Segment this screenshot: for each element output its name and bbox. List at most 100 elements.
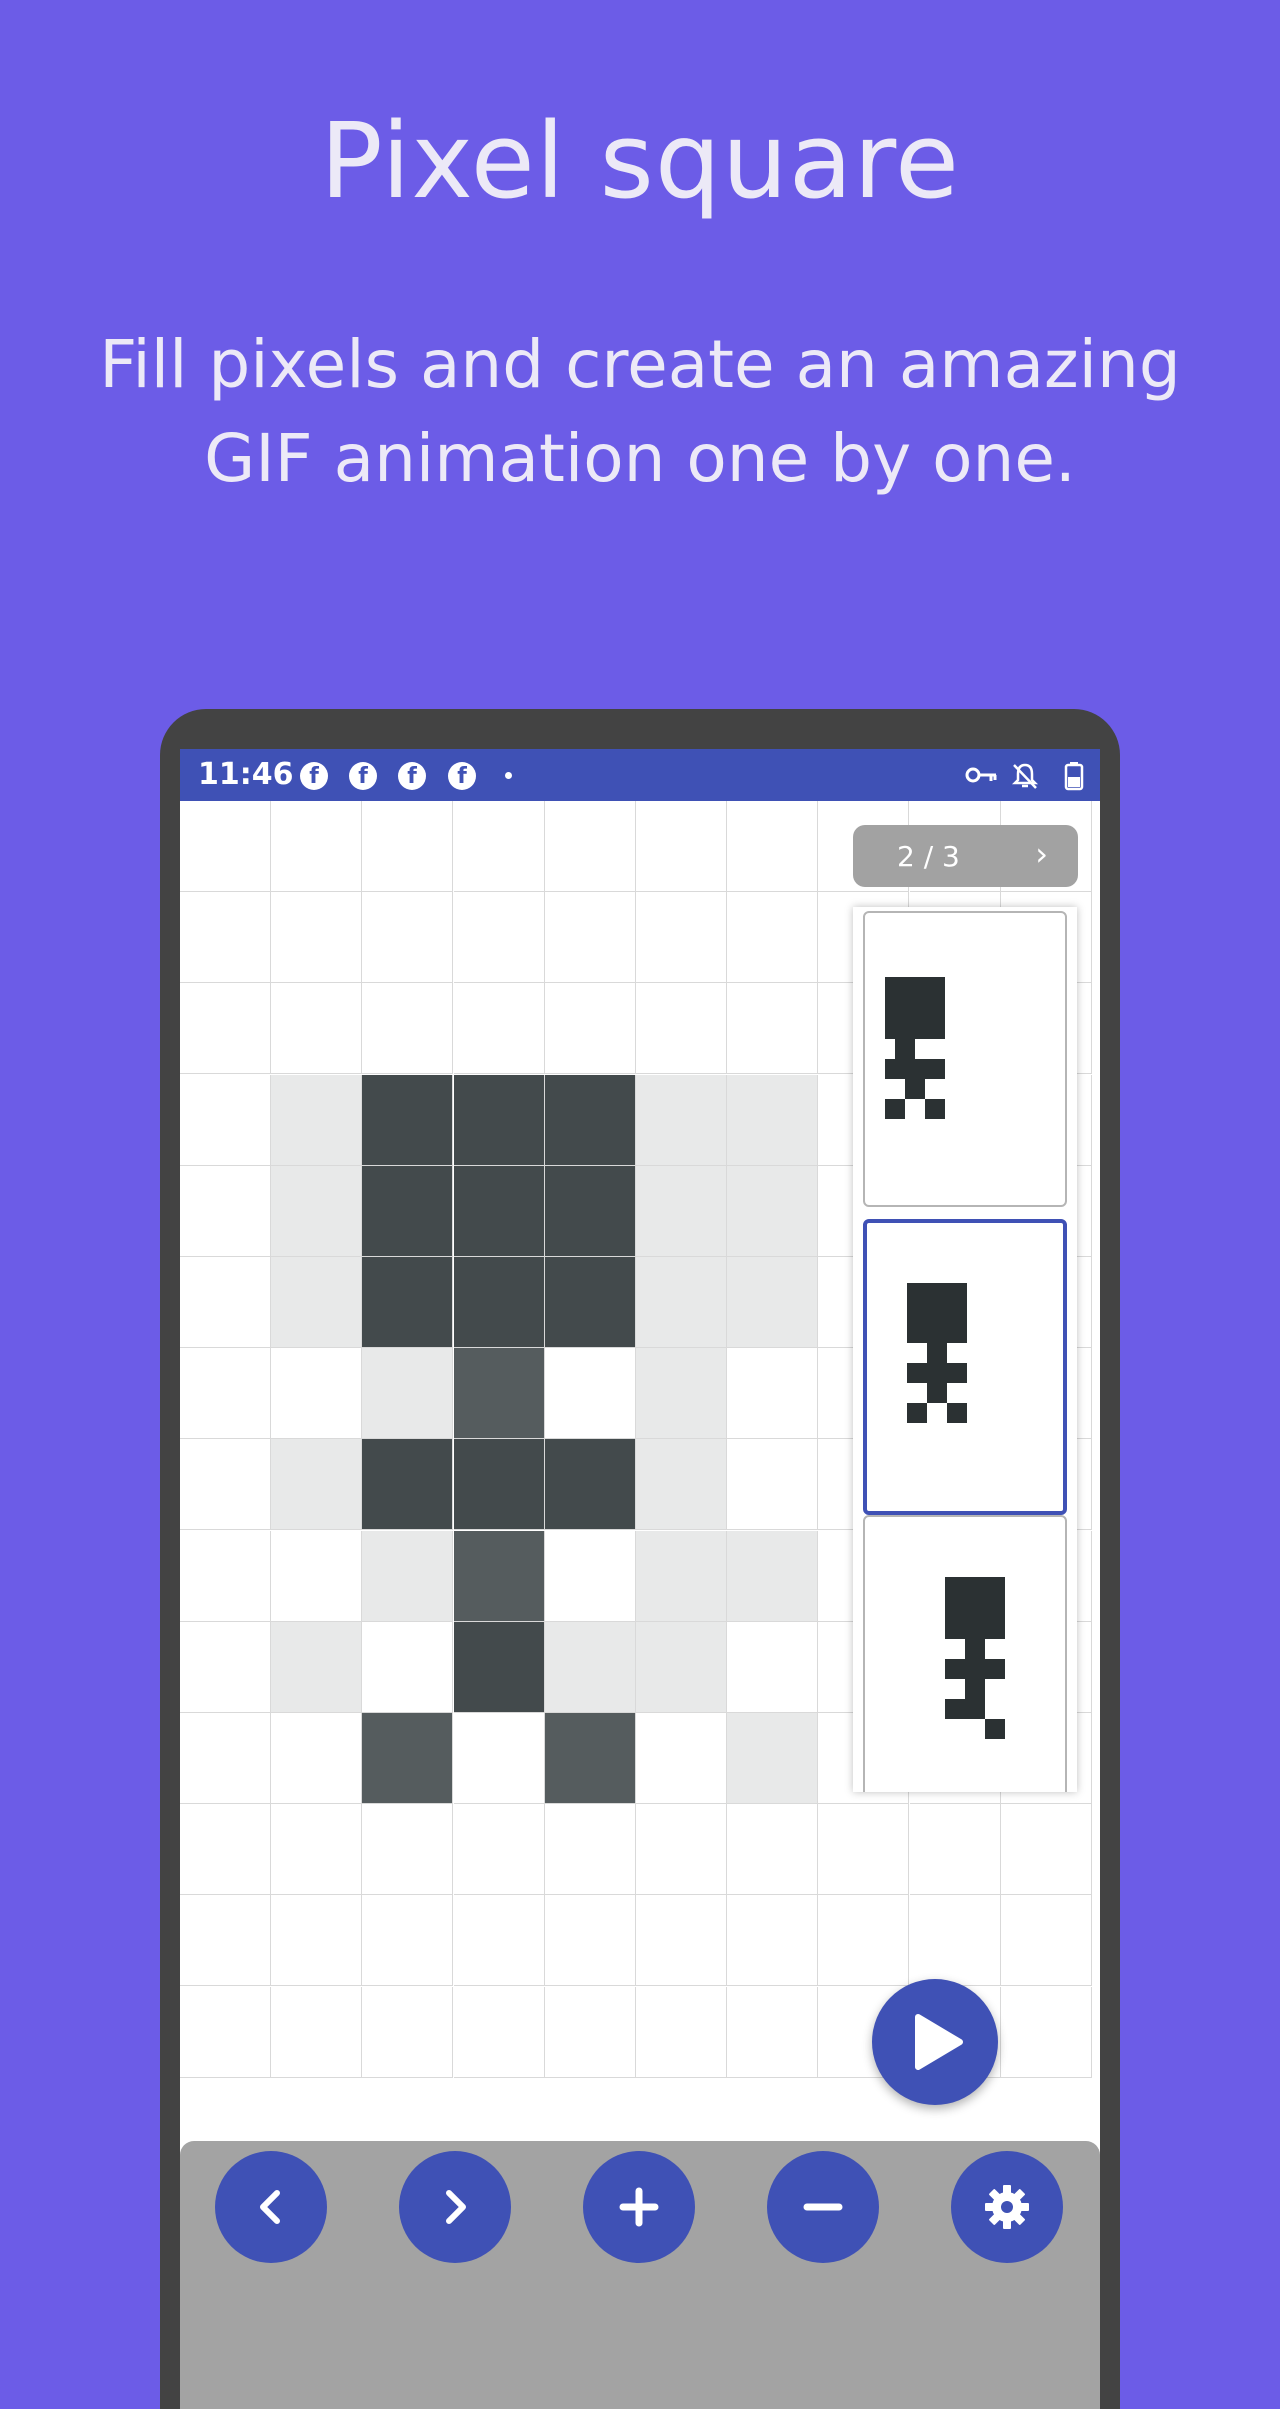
next-frame-button[interactable] xyxy=(399,2151,511,2263)
pixel-cell[interactable] xyxy=(271,1165,363,1257)
pixel-cell[interactable] xyxy=(271,983,363,1075)
pixel-cell[interactable] xyxy=(271,1713,363,1804)
frame-navigator[interactable]: 2 / 3 › xyxy=(853,825,1078,887)
pixel-cell[interactable] xyxy=(636,983,727,1075)
pixel-cell[interactable] xyxy=(180,892,271,984)
pixel-cell[interactable] xyxy=(636,1895,727,1987)
pixel-cell[interactable] xyxy=(180,1074,271,1166)
pixel-cell[interactable] xyxy=(636,1439,727,1531)
pixel-cell[interactable] xyxy=(453,1165,545,1257)
pixel-cell[interactable] xyxy=(818,1895,910,1987)
pixel-cell[interactable] xyxy=(362,1439,454,1531)
pixel-cell[interactable] xyxy=(544,1074,636,1166)
pixel-cell[interactable] xyxy=(636,1986,727,2078)
pixel-cell[interactable] xyxy=(271,1986,363,2078)
pixel-cell[interactable] xyxy=(362,1895,454,1987)
pixel-cell[interactable] xyxy=(1000,1804,1092,1896)
pixel-cell[interactable] xyxy=(362,1986,454,2078)
pixel-cell[interactable] xyxy=(271,1804,363,1896)
pixel-cell[interactable] xyxy=(727,983,819,1075)
pixel-cell[interactable] xyxy=(544,1439,636,1531)
pixel-cell[interactable] xyxy=(453,892,545,984)
pixel-cell[interactable] xyxy=(636,801,727,892)
pixel-cell[interactable] xyxy=(544,1530,636,1622)
pixel-cell[interactable] xyxy=(271,1621,363,1713)
pixel-cell[interactable] xyxy=(180,1439,271,1531)
pixel-cell[interactable] xyxy=(636,1530,727,1622)
pixel-cell[interactable] xyxy=(636,1348,727,1440)
pixel-cell[interactable] xyxy=(271,1257,363,1348)
frame-thumbnail-1[interactable] xyxy=(863,911,1067,1207)
frame-thumbnail-2[interactable] xyxy=(863,1219,1067,1515)
pixel-cell[interactable] xyxy=(544,983,636,1075)
pixel-cell[interactable] xyxy=(180,1165,271,1257)
pixel-cell[interactable] xyxy=(180,801,271,892)
pixel-cell[interactable] xyxy=(636,1621,727,1713)
pixel-cell[interactable] xyxy=(362,983,454,1075)
pixel-cell[interactable] xyxy=(636,1165,727,1257)
pixel-cell[interactable] xyxy=(180,983,271,1075)
pixel-cell[interactable] xyxy=(453,801,545,892)
pixel-cell[interactable] xyxy=(271,801,363,892)
pixel-cell[interactable] xyxy=(271,1439,363,1531)
pixel-cell[interactable] xyxy=(727,1986,819,2078)
add-frame-button[interactable] xyxy=(583,2151,695,2263)
pixel-cell[interactable] xyxy=(544,1257,636,1348)
pixel-cell[interactable] xyxy=(544,1348,636,1440)
pixel-cell[interactable] xyxy=(362,1621,454,1713)
pixel-cell[interactable] xyxy=(180,1986,271,2078)
pixel-cell[interactable] xyxy=(362,892,454,984)
pixel-cell[interactable] xyxy=(727,1895,819,1987)
pixel-cell[interactable] xyxy=(636,1713,727,1804)
pixel-cell[interactable] xyxy=(727,1165,819,1257)
pixel-cell[interactable] xyxy=(362,1530,454,1622)
play-animation-button[interactable] xyxy=(872,1979,998,2105)
pixel-cell[interactable] xyxy=(727,1439,819,1531)
pixel-cell[interactable] xyxy=(362,801,454,892)
pixel-cell[interactable] xyxy=(271,1895,363,1987)
pixel-cell[interactable] xyxy=(544,1986,636,2078)
pixel-cell[interactable] xyxy=(544,1621,636,1713)
pixel-cell[interactable] xyxy=(727,1348,819,1440)
pixel-cell[interactable] xyxy=(636,1257,727,1348)
pixel-cell[interactable] xyxy=(1000,1895,1092,1987)
pixel-cell[interactable] xyxy=(180,1895,271,1987)
pixel-cell[interactable] xyxy=(727,1530,819,1622)
settings-button[interactable] xyxy=(951,2151,1063,2263)
pixel-cell[interactable] xyxy=(180,1530,271,1622)
pixel-cell[interactable] xyxy=(544,1804,636,1896)
pixel-cell[interactable] xyxy=(362,1165,454,1257)
pixel-cell[interactable] xyxy=(453,1895,545,1987)
pixel-cell[interactable] xyxy=(453,1804,545,1896)
pixel-cell[interactable] xyxy=(727,1621,819,1713)
pixel-cell[interactable] xyxy=(362,1348,454,1440)
previous-frame-button[interactable] xyxy=(215,2151,327,2263)
remove-frame-button[interactable] xyxy=(767,2151,879,2263)
pixel-cell[interactable] xyxy=(727,801,819,892)
frame-thumbnail-3[interactable] xyxy=(863,1515,1067,1792)
pixel-cell[interactable] xyxy=(453,1530,545,1622)
chevron-right-icon[interactable]: › xyxy=(1035,835,1048,873)
pixel-cell[interactable] xyxy=(727,1074,819,1166)
pixel-cell[interactable] xyxy=(271,892,363,984)
pixel-cell[interactable] xyxy=(180,1348,271,1440)
pixel-cell[interactable] xyxy=(271,1348,363,1440)
pixel-cell[interactable] xyxy=(544,892,636,984)
pixel-cell[interactable] xyxy=(544,1895,636,1987)
pixel-cell[interactable] xyxy=(544,801,636,892)
pixel-cell[interactable] xyxy=(453,1439,545,1531)
pixel-cell[interactable] xyxy=(271,1530,363,1622)
pixel-cell[interactable] xyxy=(727,1804,819,1896)
pixel-cell[interactable] xyxy=(180,1621,271,1713)
pixel-cell[interactable] xyxy=(909,1804,1001,1896)
pixel-cell[interactable] xyxy=(727,892,819,984)
pixel-cell[interactable] xyxy=(727,1713,819,1804)
pixel-cell[interactable] xyxy=(727,1257,819,1348)
pixel-cell[interactable] xyxy=(636,1074,727,1166)
pixel-cell[interactable] xyxy=(362,1713,454,1804)
pixel-cell[interactable] xyxy=(453,1986,545,2078)
pixel-cell[interactable] xyxy=(636,1804,727,1896)
pixel-cell[interactable] xyxy=(453,1348,545,1440)
pixel-cell[interactable] xyxy=(362,1074,454,1166)
pixel-cell[interactable] xyxy=(453,1713,545,1804)
